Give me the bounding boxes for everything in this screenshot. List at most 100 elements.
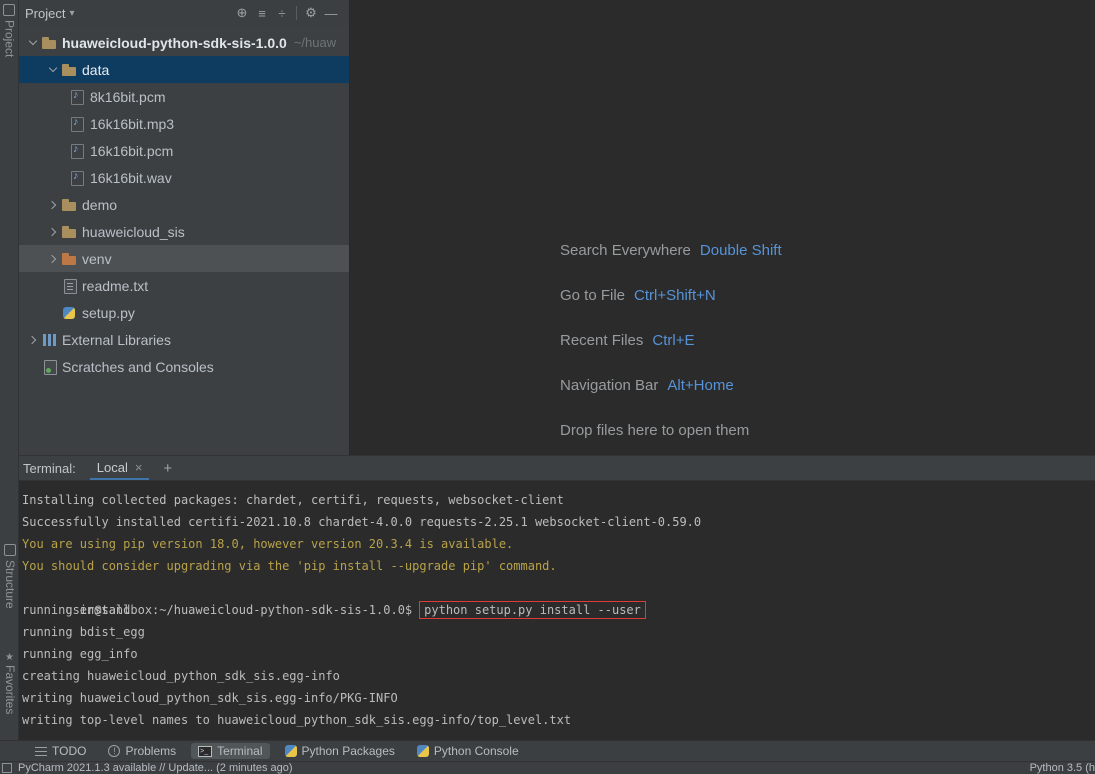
tree-item-8k16bit-pcm[interactable]: 8k16bit.pcm — [19, 83, 349, 110]
tree-item-16k16bit-wav[interactable]: 16k16bit.wav — [19, 164, 349, 191]
tree-item-label: demo — [82, 196, 118, 213]
text-file-icon — [61, 278, 79, 294]
expand-all-icon[interactable]: ≡ — [252, 6, 272, 21]
excluded-folder-icon — [61, 251, 79, 267]
favorites-star-icon[interactable]: ★ — [0, 652, 19, 663]
stripe-toggle-icon[interactable] — [2, 763, 12, 773]
folder-icon — [61, 62, 79, 78]
scratches-icon — [41, 359, 59, 375]
shortcut-keys: Alt+Home — [667, 377, 734, 394]
toolwindow-label: Terminal — [217, 744, 263, 758]
terminal-line: Installing collected packages: chardet, … — [22, 493, 564, 507]
tree-item-venv[interactable]: venv — [19, 245, 349, 272]
editor-shortcut-hints: Search Everywhere Double Shift Go to Fil… — [560, 228, 782, 453]
new-terminal-icon[interactable]: + — [163, 456, 172, 480]
tree-item-scratches-and-consoles[interactable]: Scratches and Consoles — [19, 353, 349, 380]
tree-item-label: 16k16bit.wav — [90, 169, 172, 186]
tree-item-path-hint: ~/huaw — [293, 35, 337, 50]
toolwindow-label: Python Packages — [301, 744, 395, 758]
tree-item-label: 16k16bit.mp3 — [90, 115, 175, 132]
shortcut-drop-files: Drop files here to open them — [560, 408, 782, 453]
tree-item-label: readme.txt — [82, 277, 149, 294]
gear-icon[interactable]: ⚙ — [301, 5, 321, 21]
structure-icon[interactable] — [3, 544, 16, 556]
terminal-title: Terminal: — [23, 460, 76, 476]
tree-item-label: 16k16bit.pcm — [90, 142, 174, 159]
tree-item-demo[interactable]: demo — [19, 191, 349, 218]
tree-item-label: 8k16bit.pcm — [90, 88, 166, 105]
folder-icon — [41, 35, 59, 51]
toolwindow-label: Python Console — [433, 744, 519, 758]
tree-item-huaweicloud-sis[interactable]: huaweicloud_sis — [19, 218, 349, 245]
tree-item-readme-txt[interactable]: readme.txt — [19, 272, 349, 299]
project-panel-header: Project ▾ ⊕ ≡ ÷ ⚙ — — [19, 0, 349, 26]
python-console-icon — [416, 745, 429, 757]
tree-item-label: huaweicloud-python-sdk-sis-1.0.0 — [62, 34, 287, 51]
left-tool-stripe: Project Structure ★ Favorites — [0, 0, 19, 740]
chevron-down-icon[interactable]: ▾ — [69, 8, 74, 19]
terminal-line: running egg_info — [22, 647, 138, 661]
tree-item-setup-py[interactable]: setup.py — [19, 299, 349, 326]
tree-item-label: External Libraries — [62, 331, 171, 348]
package-folder-icon — [61, 224, 79, 240]
terminal-panel: Terminal: Local × + Installing collected… — [19, 455, 1095, 740]
chevron-right-icon[interactable] — [45, 197, 61, 213]
tree-item-16k16bit-mp3[interactable]: 16k16bit.mp3 — [19, 110, 349, 137]
tree-item-external-libraries[interactable]: External Libraries — [19, 326, 349, 353]
editor-empty-area: Search Everywhere Double Shift Go to Fil… — [350, 0, 1095, 455]
tree-item-project-root[interactable]: huaweicloud-python-sdk-sis-1.0.0 ~/huaw — [19, 29, 349, 56]
status-interpreter[interactable]: Python 3.5 (h — [1030, 762, 1095, 774]
tree-item-label: venv — [82, 250, 112, 267]
chevron-down-icon[interactable] — [45, 62, 61, 78]
stripe-label-structure[interactable]: Structure — [1, 560, 18, 609]
project-header-title[interactable]: Project — [25, 6, 65, 21]
toolwindow-python-packages[interactable]: Python Packages — [278, 743, 402, 759]
chevron-right-icon[interactable] — [25, 332, 41, 348]
select-opened-file-icon[interactable]: ⊕ — [232, 5, 252, 21]
shortcut-label: Search Everywhere — [560, 242, 691, 259]
collapse-all-icon[interactable]: ÷ — [272, 6, 292, 21]
tree-item-data[interactable]: data — [19, 56, 349, 83]
toolwindow-todo[interactable]: TODO — [28, 743, 93, 759]
highlighted-command: python setup.py install --user — [419, 601, 646, 619]
problems-icon: ! — [108, 745, 121, 757]
terminal-warning-line: You should consider upgrading via the 'p… — [22, 559, 557, 573]
chevron-right-icon[interactable] — [45, 224, 61, 240]
terminal-prompt-line: user@sandbox:~/huaweicloud-python-sdk-si… — [22, 577, 1095, 619]
terminal-warning-line: You are using pip version 18.0, however … — [22, 537, 514, 551]
shortcut-recent-files: Recent Files Ctrl+E — [560, 318, 782, 363]
terminal-header: Terminal: Local × + — [19, 455, 1095, 481]
tree-item-label: huaweicloud_sis — [82, 223, 185, 240]
terminal-line: writing top-level names to huaweicloud_p… — [22, 713, 572, 727]
toolbar-divider — [296, 6, 297, 20]
shortcut-label: Go to File — [560, 287, 626, 304]
toolwindow-terminal[interactable]: >_ Terminal — [191, 743, 270, 759]
chevron-down-icon[interactable] — [25, 35, 41, 51]
shortcut-keys: Double Shift — [699, 242, 782, 259]
project-tree: huaweicloud-python-sdk-sis-1.0.0 ~/huaw … — [19, 26, 349, 380]
terminal-line: Successfully installed certifi-2021.10.8… — [22, 515, 702, 529]
close-icon[interactable]: × — [135, 460, 143, 475]
toolwindow-label: TODO — [52, 744, 87, 758]
shortcut-search-everywhere: Search Everywhere Double Shift — [560, 228, 782, 273]
chevron-right-icon[interactable] — [45, 251, 61, 267]
tool-window-bar: TODO ! Problems >_ Terminal Python Packa… — [0, 740, 1095, 761]
project-panel: Project ▾ ⊕ ≡ ÷ ⚙ — huaweicloud-python-s… — [19, 0, 350, 455]
terminal-output[interactable]: Installing collected packages: chardet, … — [19, 481, 1095, 731]
tree-item-16k16bit-pcm[interactable]: 16k16bit.pcm — [19, 137, 349, 164]
project-stripe-icon[interactable] — [3, 4, 15, 16]
toolwindow-python-console[interactable]: Python Console — [410, 743, 526, 759]
stripe-label-favorites[interactable]: Favorites — [1, 665, 18, 714]
audio-file-icon — [69, 143, 87, 159]
python-file-icon — [61, 305, 79, 321]
status-update-message[interactable]: PyCharm 2021.1.3 available // Update... … — [18, 762, 293, 774]
tree-item-label: data — [82, 61, 110, 78]
terminal-tab-local[interactable]: Local × — [89, 456, 150, 480]
shortcut-keys: Ctrl+E — [652, 332, 695, 349]
tree-item-label: setup.py — [82, 304, 135, 321]
toolwindow-problems[interactable]: ! Problems — [101, 743, 183, 759]
hide-panel-icon[interactable]: — — [321, 6, 341, 21]
stripe-label-project[interactable]: Project — [1, 20, 18, 57]
